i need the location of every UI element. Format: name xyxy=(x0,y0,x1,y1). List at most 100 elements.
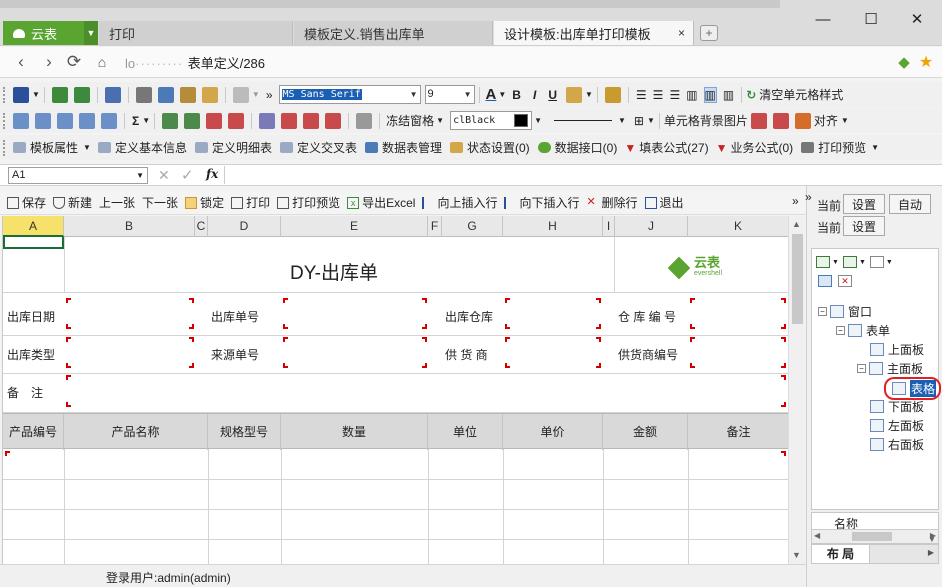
chevron-down-icon[interactable]: ▼ xyxy=(647,116,655,125)
prev-button[interactable]: 上一张 xyxy=(99,194,135,211)
basic-info-button[interactable]: 定义基本信息 xyxy=(115,139,187,156)
merge-icon-4[interactable] xyxy=(325,112,342,129)
merge-icon-2[interactable] xyxy=(281,112,298,129)
tree-node-main-panel[interactable]: − 主面板 xyxy=(857,360,923,377)
close-window-button[interactable]: ✕ xyxy=(902,8,932,30)
field-outbound-warehouse[interactable] xyxy=(505,298,601,329)
column-header[interactable]: I xyxy=(603,216,615,237)
tab-print[interactable]: 打印 xyxy=(99,21,293,45)
field-source-no[interactable] xyxy=(283,337,427,368)
bg-image-add-icon[interactable] xyxy=(750,112,767,129)
scroll-thumb[interactable] xyxy=(792,234,803,324)
spreadsheet-grid[interactable]: A B C D E F G H I J K DY-出库单 云表 evershel… xyxy=(2,216,788,564)
insert-row-below-button[interactable]: 向下插入行 xyxy=(504,194,580,211)
set-button-1[interactable]: 设置 xyxy=(843,194,885,214)
chevron-down-icon[interactable]: ▼ xyxy=(142,116,150,125)
property-scrollbar[interactable]: ◀ ▶ xyxy=(812,529,938,543)
field-outbound-type[interactable] xyxy=(66,337,194,368)
insert-row-icon[interactable] xyxy=(162,112,179,129)
delete-col-icon[interactable] xyxy=(228,112,245,129)
new-button[interactable]: 新建 xyxy=(53,194,92,211)
font-color-icon[interactable]: A xyxy=(486,86,497,103)
italic-button[interactable]: I xyxy=(533,88,536,102)
color-select[interactable]: clBlack xyxy=(450,111,533,130)
fx-icon[interactable]: fx xyxy=(206,167,218,181)
font-name-select[interactable]: MS Sans Serif ▼ xyxy=(278,85,421,104)
chevron-down-icon[interactable]: ▼ xyxy=(841,116,849,125)
copy-icon[interactable] xyxy=(157,86,174,103)
chevron-down-icon[interactable]: ▼ xyxy=(618,116,626,125)
table-icon-1[interactable] xyxy=(13,112,29,129)
data-interface-button[interactable]: 数据接口(0) xyxy=(555,139,618,156)
overflow-icon[interactable]: » xyxy=(266,88,273,102)
next-button[interactable]: 下一张 xyxy=(142,194,178,211)
merge-icon-1[interactable] xyxy=(259,112,276,129)
column-header[interactable]: A xyxy=(3,216,64,237)
home-icon[interactable]: ⌂ xyxy=(91,51,113,73)
freeze-panes-button[interactable]: 冻结窗格 xyxy=(386,112,434,129)
insert-row-above-button[interactable]: 向上插入行 xyxy=(422,194,497,211)
tree-node-top-panel[interactable]: 上面板 xyxy=(870,341,924,358)
tree-node-form[interactable]: − 表单 xyxy=(836,322,890,339)
percent-icon[interactable] xyxy=(356,112,373,129)
chevron-down-icon[interactable]: ▼ xyxy=(585,90,593,99)
field-remark[interactable] xyxy=(66,375,786,407)
line-style-select[interactable] xyxy=(553,120,612,121)
tab-template-def[interactable]: 模板定义.销售出库单 xyxy=(294,21,493,45)
align-right-icon[interactable]: ☰ xyxy=(669,88,680,102)
close-icon[interactable]: × xyxy=(678,26,685,40)
collapse-icon[interactable]: » xyxy=(805,190,812,204)
scroll-thumb[interactable] xyxy=(852,532,892,541)
back-icon[interactable]: ‹ xyxy=(10,51,32,73)
align-top-icon[interactable]: ▥ xyxy=(686,88,697,102)
collapse-node-icon[interactable]: − xyxy=(818,307,827,316)
tree-node-bottom-panel[interactable]: 下面板 xyxy=(870,398,924,415)
tree-node-left-panel[interactable]: 左面板 xyxy=(870,417,924,434)
chevron-down-icon[interactable]: ▼ xyxy=(84,21,98,45)
column-header[interactable]: J xyxy=(615,216,688,237)
table-icon-2[interactable] xyxy=(35,112,51,129)
chevron-down-icon[interactable]: ▼ xyxy=(498,90,506,99)
exit-button[interactable]: 退出 xyxy=(644,194,684,211)
fill-color-icon[interactable] xyxy=(565,86,582,103)
cell-bg-image-button[interactable]: 单元格背景图片 xyxy=(664,112,748,129)
status-button[interactable]: 状态设置(0) xyxy=(467,139,530,156)
column-header[interactable]: B xyxy=(64,216,195,237)
align-button[interactable]: 对齐 xyxy=(814,112,838,129)
table-icon-5[interactable] xyxy=(101,112,117,129)
lock-button[interactable]: 锁定 xyxy=(185,194,224,211)
formula-input[interactable] xyxy=(224,166,934,184)
chevron-down-icon[interactable]: ▼ xyxy=(832,259,839,266)
maximize-button[interactable]: ☐ xyxy=(856,8,886,30)
chevron-down-icon[interactable]: ▼ xyxy=(436,116,444,125)
column-header[interactable]: K xyxy=(688,216,788,237)
tree-node-table[interactable]: 表格 xyxy=(884,377,942,400)
app-menu-tab[interactable]: 云表 ▼ xyxy=(3,21,98,45)
delete-panel-icon[interactable]: ✕ xyxy=(838,275,852,287)
undo-icon[interactable] xyxy=(232,86,249,103)
paste-icon[interactable] xyxy=(179,86,196,103)
insert-sheet-icon[interactable] xyxy=(51,86,68,103)
tree-node-window[interactable]: − 窗口 xyxy=(818,303,872,320)
template-props-button[interactable]: 模板属性 xyxy=(30,139,78,156)
scroll-up-icon[interactable]: ▲ xyxy=(792,219,801,229)
field-outbound-date[interactable] xyxy=(66,298,194,329)
chevron-down-icon[interactable]: ▼ xyxy=(534,116,542,125)
save-icon[interactable] xyxy=(13,86,29,103)
print-button[interactable]: 打印 xyxy=(231,194,270,211)
chevron-down-icon[interactable]: ▼ xyxy=(859,259,866,266)
tab-layout[interactable]: 布 局 xyxy=(812,545,870,563)
font-size-select[interactable]: 9 ▼ xyxy=(424,85,475,104)
overflow-icon[interactable]: » xyxy=(792,194,799,208)
column-header[interactable]: F xyxy=(428,216,442,237)
collapse-node-icon[interactable]: − xyxy=(836,326,845,335)
layout-blank-icon[interactable] xyxy=(869,256,884,268)
cancel-icon[interactable]: ✕ xyxy=(158,167,170,184)
cut-icon[interactable] xyxy=(135,86,152,103)
column-header[interactable]: D xyxy=(208,216,281,237)
tree-node-right-panel[interactable]: 右面板 xyxy=(870,436,924,453)
clear-format-button[interactable]: 清空单元格样式 xyxy=(759,86,843,103)
business-formula-button[interactable]: 业务公式(0) xyxy=(730,139,793,156)
underline-button[interactable]: U xyxy=(548,88,557,102)
field-supplier[interactable] xyxy=(505,337,601,368)
